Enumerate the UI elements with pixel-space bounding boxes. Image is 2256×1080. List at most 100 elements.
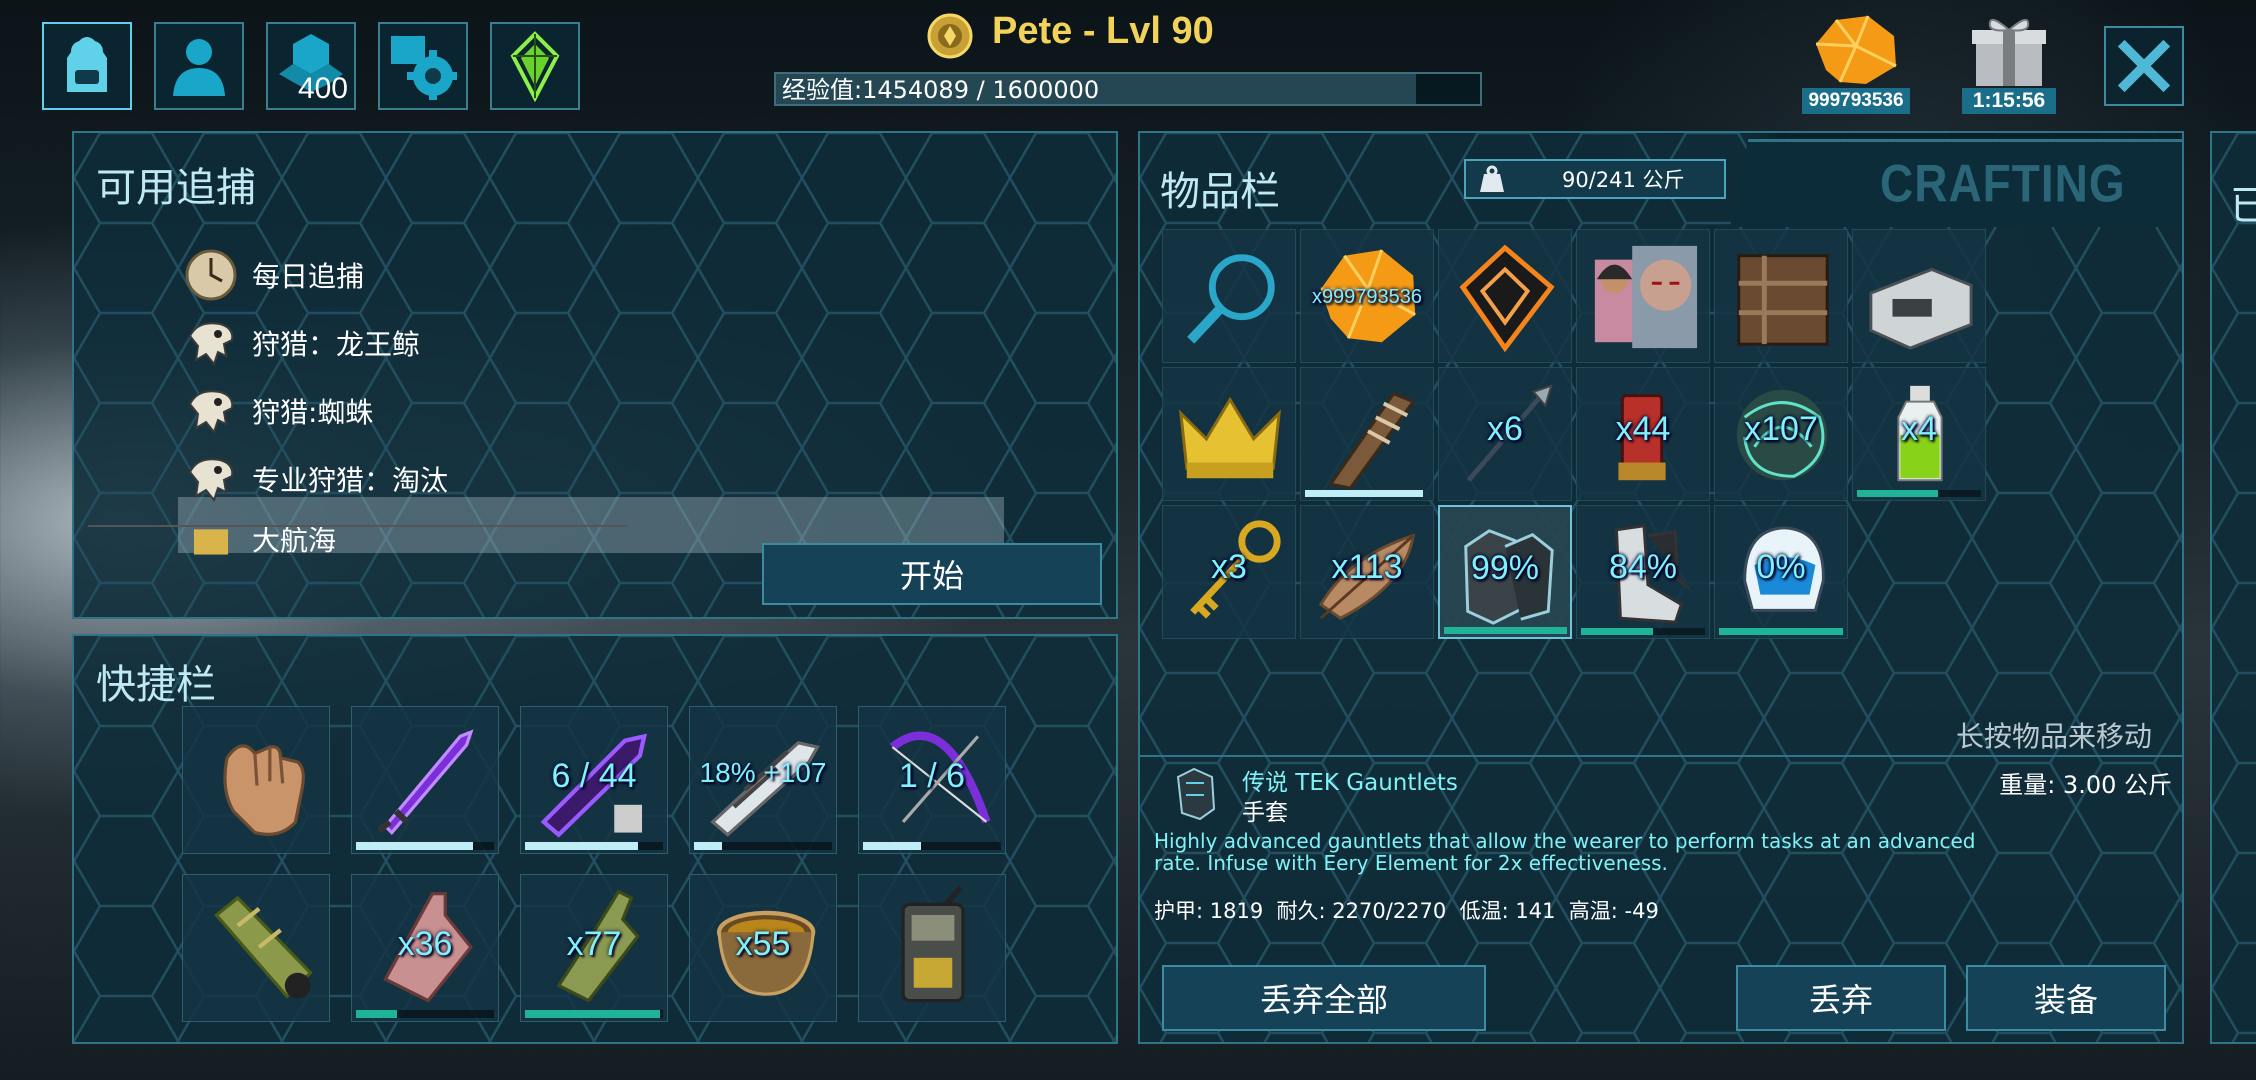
hotbar-slot[interactable]: [182, 706, 330, 854]
hunt-label: 狩猎:蜘蛛: [252, 396, 374, 429]
tek-gauntlets-icon: [1176, 767, 1216, 821]
inventory-slot[interactable]: [1162, 367, 1296, 501]
drop-button[interactable]: 丢弃: [1736, 965, 1946, 1031]
backpack-tab[interactable]: [42, 22, 132, 110]
hunt-label: 狩猎：龙王鲸: [252, 328, 421, 361]
slot-count: x44: [1615, 410, 1671, 448]
hand-icon: [223, 744, 305, 836]
hunt-item-pro-elimination[interactable]: 专业狩猎：淘汰: [184, 451, 448, 507]
list-divider: [88, 525, 628, 527]
inventory-slot[interactable]: [1438, 229, 1572, 363]
start-hunt-button[interactable]: 开始: [762, 543, 1102, 605]
character-portraits-icon: [1594, 245, 1698, 349]
inventory-slot[interactable]: [1852, 229, 1986, 363]
tek-tab[interactable]: [490, 22, 580, 110]
drop-all-button[interactable]: 丢弃全部: [1162, 965, 1486, 1031]
slot-count: 99%: [1470, 549, 1540, 587]
slot-count: x3: [1211, 548, 1247, 586]
inventory-slot[interactable]: x3: [1162, 505, 1296, 639]
hotbar-slot[interactable]: [351, 706, 499, 854]
hunt-item-leedsichthys[interactable]: 狩猎：龙王鲸: [184, 315, 420, 371]
durability-bar: [356, 1010, 398, 1018]
right-panel-title: 已: [2230, 183, 2256, 229]
slot-count: x55: [735, 925, 791, 963]
inventory-slot[interactable]: [1162, 229, 1296, 363]
spyglass-icon: [214, 895, 313, 999]
move-hint: 长按物品来移动: [1955, 720, 2152, 753]
engram-points: 400: [297, 72, 348, 105]
element-currency[interactable]: 999793536: [1802, 10, 1910, 114]
settings-icon: [391, 36, 457, 100]
inventory-slot[interactable]: x4: [1852, 367, 1986, 501]
hotbar-slot[interactable]: x55: [689, 874, 837, 1022]
hotbar-slot[interactable]: [858, 874, 1006, 1022]
slot-count: x4: [1901, 410, 1937, 448]
item-type: 手套: [1242, 800, 1288, 826]
inventory-slot[interactable]: [1714, 229, 1848, 363]
slot-count: x36: [397, 925, 453, 963]
right-side-panel[interactable]: 已: [2210, 131, 2256, 1044]
hunts-panel: 可用追捕 每日追捕 狩猎：龙王鲸 狩猎:蜘蛛 专业狩猎：淘汰 大航海 开始: [72, 131, 1118, 619]
hunt-item-daily[interactable]: 每日追捕: [184, 247, 364, 303]
slot-count: 18% +107: [699, 757, 827, 788]
engrams-tab[interactable]: 400: [266, 22, 356, 110]
durability-bar: [525, 842, 639, 850]
hotbar-slot[interactable]: 6 / 44: [520, 706, 668, 854]
progress-bar: [1719, 628, 1843, 635]
backpack-icon: [67, 37, 107, 92]
element-crystal-icon: [1815, 15, 1897, 84]
gift-timer: 1:15:56: [1962, 88, 2056, 114]
selected-item-icon: [1170, 763, 1220, 823]
inventory-slot[interactable]: x6: [1438, 367, 1572, 501]
hotbar-slot[interactable]: x77: [520, 874, 668, 1022]
weight-indicator: 90/241 公斤: [1464, 159, 1726, 199]
inventory-slot[interactable]: [1300, 367, 1434, 501]
slot-count: x999793536: [1311, 286, 1423, 308]
item-weight: 重量: 3.00 公斤: [1999, 771, 2172, 799]
settings-tab[interactable]: [378, 22, 468, 110]
dino-skull-icon: [188, 322, 234, 367]
inventory-title: 物品栏: [1160, 169, 1280, 215]
crafting-tab[interactable]: CRAFTING: [1730, 139, 2182, 227]
crafting-tab-label: CRAFTING: [1880, 153, 2126, 213]
element-count: 999793536: [1802, 88, 1910, 114]
level-medal-icon: [926, 12, 974, 60]
inventory-slot[interactable]: 0%: [1714, 505, 1848, 639]
weight-icon: [1480, 165, 1504, 192]
fabricator-icon: [1869, 267, 1973, 350]
hunt-label: 专业狩猎：淘汰: [252, 464, 449, 497]
hotbar-slot[interactable]: [182, 874, 330, 1022]
inventory-slot[interactable]: x113: [1300, 505, 1434, 639]
tek-implant-icon: [1459, 244, 1555, 353]
inventory-slot[interactable]: x44: [1576, 367, 1710, 501]
character-tab[interactable]: [154, 22, 244, 110]
radio-icon: [901, 885, 965, 1003]
gift-box[interactable]: 1:15:56: [1962, 10, 2056, 114]
slot-count: 1 / 6: [898, 757, 966, 795]
hunt-item-spider[interactable]: 狩猎:蜘蛛: [184, 383, 373, 439]
inventory-slot[interactable]: x107: [1714, 367, 1848, 501]
durability-bar: [694, 842, 722, 850]
hotbar-slot[interactable]: 1 / 6: [858, 706, 1006, 854]
slot-count: 84%: [1608, 548, 1678, 586]
item-name: 传说 TEK Gauntlets: [1242, 770, 1458, 796]
hotbar-panel: 快捷栏 6 / 44 18% +107 1 / 6 x36 x77 x55: [72, 634, 1118, 1044]
search-icon: [1187, 254, 1275, 344]
equip-button[interactable]: 装备: [1966, 965, 2166, 1031]
dino-skull-icon: [188, 390, 234, 435]
item-description-line: rate. Infuse with Eery Element for 2x ef…: [1154, 851, 1668, 875]
hotbar-slot[interactable]: x36: [351, 874, 499, 1022]
slot-count: x113: [1331, 548, 1403, 586]
inventory-panel: CRAFTING 物品栏 90/241 公斤 x999793536 x6 x44 x1…: [1138, 131, 2184, 1044]
slot-count: 0%: [1756, 548, 1806, 586]
inventory-slot[interactable]: 99%: [1438, 505, 1572, 639]
slot-count: x107: [1744, 410, 1818, 448]
inventory-slot[interactable]: [1576, 229, 1710, 363]
inventory-slot[interactable]: 84%: [1576, 505, 1710, 639]
inventory-slot[interactable]: x999793536: [1300, 229, 1434, 363]
gift-icon: [1972, 19, 2046, 86]
hotbar-slot[interactable]: 18% +107: [689, 706, 837, 854]
smithy-icon: [1737, 254, 1829, 346]
close-button[interactable]: [2104, 26, 2184, 106]
progress-bar: [1857, 490, 1938, 497]
